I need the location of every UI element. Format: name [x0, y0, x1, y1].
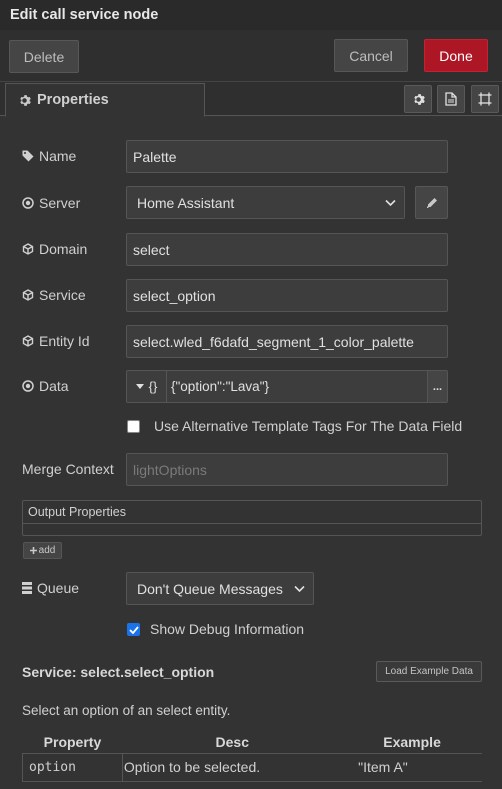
data-label-row: Data — [22, 378, 69, 394]
gear-icon — [412, 93, 425, 106]
dot-circle-icon — [22, 380, 34, 392]
add-output-label: add — [38, 545, 56, 556]
queue-select[interactable]: Don't Queue Messages — [126, 572, 314, 605]
chevron-down-icon — [385, 199, 396, 206]
service-description: Select an option of an select entity. — [22, 703, 231, 718]
cube-icon — [22, 243, 34, 255]
json-type-symbol: {} — [148, 379, 158, 394]
check-icon — [128, 625, 139, 634]
caret-down-icon — [135, 384, 144, 389]
done-button[interactable]: Done — [424, 39, 488, 72]
domain-input[interactable]: select — [126, 233, 448, 266]
entity-label: Entity Id — [39, 333, 90, 349]
data-typed-input: {} {"option":"Lava"} ... — [126, 370, 448, 403]
load-example-button[interactable]: Load Example Data — [376, 661, 482, 682]
param-desc: Option to be selected. — [122, 753, 343, 782]
data-label: Data — [39, 378, 69, 394]
merge-context-label: Merge Context — [22, 461, 114, 477]
data-type-selector[interactable]: {} — [127, 371, 167, 402]
alt-template-label: Use Alternative Template Tags For The Da… — [154, 418, 463, 434]
service-input[interactable]: select_option — [126, 279, 448, 312]
json-editor-button[interactable]: ... — [427, 371, 447, 402]
service-params-table: Property Desc Example option Option to b… — [22, 731, 482, 782]
merge-context-input[interactable]: lightOptions — [126, 453, 448, 486]
pencil-icon — [426, 197, 438, 209]
service-label: Service — [39, 287, 86, 303]
output-properties-header: Output Properties — [23, 501, 481, 524]
dot-circle-icon — [22, 197, 34, 209]
frame-icon — [478, 92, 492, 106]
appearance-tab-button[interactable] — [471, 85, 499, 113]
queue-select-value: Don't Queue Messages — [137, 580, 283, 597]
name-label-row: Name — [22, 148, 76, 164]
param-example: "Item A" — [342, 753, 482, 782]
param-property: option — [22, 753, 123, 782]
table-row: option Option to be selected. "Item A" — [22, 753, 482, 782]
queue-label: Queue — [37, 580, 80, 596]
document-icon — [445, 92, 457, 106]
plus-icon — [29, 547, 37, 554]
cancel-button[interactable]: Cancel — [334, 39, 408, 72]
entity-label-row: Entity Id — [22, 333, 90, 349]
dialog-toolbar: Delete Cancel Done — [0, 30, 502, 82]
output-properties-list: Output Properties — [22, 500, 482, 536]
service-info-title: Service: select.select_option — [22, 664, 215, 680]
cube-icon — [22, 289, 34, 301]
debug-checkbox[interactable] — [127, 623, 140, 636]
tab-bar: Properties — [0, 82, 502, 117]
column-header-property: Property — [22, 731, 123, 754]
cube-icon — [22, 335, 34, 347]
edit-server-button[interactable] — [415, 186, 448, 219]
tab-properties-label: Properties — [37, 92, 109, 108]
chevron-down-icon — [294, 585, 305, 592]
tag-icon — [22, 150, 34, 162]
gear-icon — [18, 94, 31, 107]
server-label: Server — [39, 195, 81, 211]
domain-label-row: Domain — [22, 241, 87, 257]
server-select[interactable]: Home Assistant — [126, 186, 405, 219]
add-output-button[interactable]: add — [23, 542, 62, 559]
data-value-input[interactable]: {"option":"Lava"} — [171, 371, 269, 402]
name-label: Name — [39, 148, 77, 164]
service-label-row: Service — [22, 287, 86, 303]
alt-template-checkbox[interactable] — [127, 420, 140, 433]
tab-properties[interactable]: Properties — [5, 83, 205, 117]
domain-label: Domain — [39, 241, 88, 257]
server-label-row: Server — [22, 195, 80, 211]
debug-label: Show Debug Information — [150, 621, 305, 637]
entity-id-input[interactable]: select.wled_f6dafd_segment_1_color_palet… — [126, 325, 448, 358]
name-input[interactable]: Palette — [126, 140, 448, 173]
settings-tab-button[interactable] — [404, 85, 432, 113]
column-header-desc: Desc — [122, 731, 343, 754]
queue-label-row: Queue — [22, 580, 79, 596]
server-select-value: Home Assistant — [137, 194, 235, 211]
column-header-example: Example — [342, 731, 482, 754]
delete-button[interactable]: Delete — [9, 40, 79, 73]
stack-icon — [22, 582, 32, 594]
table-header-row: Property Desc Example — [22, 731, 482, 754]
description-tab-button[interactable] — [437, 85, 465, 113]
dialog-title: Edit call service node — [0, 0, 502, 30]
